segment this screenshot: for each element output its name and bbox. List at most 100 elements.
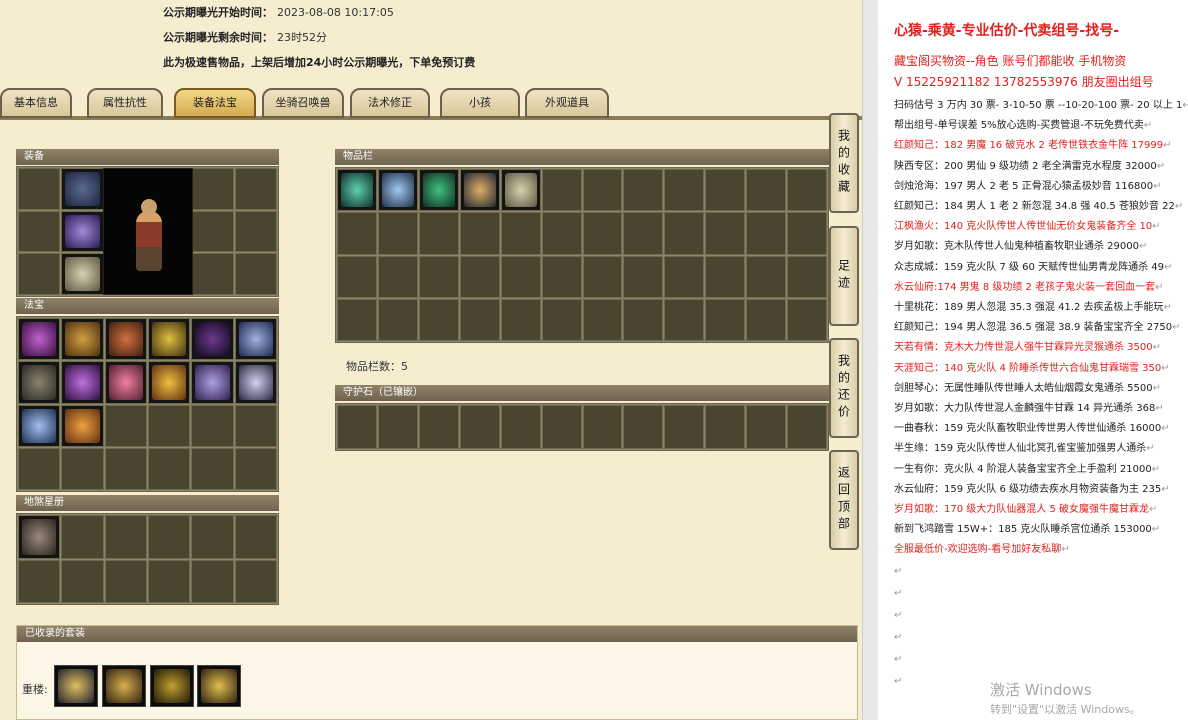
inventory-slot[interactable]	[541, 298, 582, 341]
fabao-item[interactable]	[18, 404, 61, 447]
side-nav-footprints[interactable]: 足迹	[829, 226, 859, 326]
inventory-slot[interactable]	[664, 255, 705, 298]
disha-slot[interactable]	[18, 559, 61, 603]
inventory-slot[interactable]	[623, 169, 664, 212]
suit-item[interactable]	[54, 665, 98, 707]
equip-slot[interactable]	[18, 168, 61, 210]
equip-slot[interactable]	[234, 168, 277, 210]
disha-slot[interactable]	[234, 515, 277, 559]
disha-slot[interactable]	[147, 515, 191, 559]
inventory-slot[interactable]	[664, 212, 705, 255]
inventory-slot[interactable]	[623, 212, 664, 255]
fabao-item[interactable]	[147, 361, 191, 404]
disha-slot[interactable]	[61, 559, 104, 603]
inventory-slot[interactable]	[500, 255, 541, 298]
inventory-slot[interactable]	[787, 212, 827, 255]
inventory-slot[interactable]	[787, 298, 827, 341]
inventory-slot[interactable]	[582, 169, 623, 212]
guard-stone-slot[interactable]	[787, 405, 827, 449]
fabao-item[interactable]	[191, 318, 234, 361]
window-divider[interactable]	[862, 0, 878, 720]
inventory-slot[interactable]	[459, 212, 500, 255]
inventory-slot[interactable]	[541, 255, 582, 298]
inventory-slot[interactable]	[459, 298, 500, 341]
guard-stone-slot[interactable]	[459, 405, 500, 449]
inventory-slot[interactable]	[787, 169, 827, 212]
equip-slot[interactable]	[234, 253, 277, 295]
fabao-item[interactable]	[18, 318, 61, 361]
fabao-item[interactable]	[61, 318, 104, 361]
inventory-slot[interactable]	[746, 255, 787, 298]
inventory-slot[interactable]	[746, 298, 787, 341]
tab-spell-correction[interactable]: 法术修正	[350, 88, 430, 118]
equip-boots[interactable]	[61, 253, 104, 295]
inventory-item[interactable]	[377, 169, 418, 212]
disha-slot[interactable]	[104, 515, 147, 559]
tab-mounts-pets[interactable]: 坐骑召唤兽	[262, 88, 344, 118]
disha-slot[interactable]	[61, 515, 104, 559]
fabao-slot[interactable]	[147, 447, 191, 490]
fabao-item[interactable]	[234, 361, 277, 404]
guard-stone-slot[interactable]	[623, 405, 664, 449]
disha-item[interactable]	[18, 515, 61, 559]
equip-slot[interactable]	[191, 253, 234, 295]
tab-basic-info[interactable]: 基本信息	[0, 88, 72, 118]
disha-slot[interactable]	[234, 559, 277, 603]
inventory-slot[interactable]	[337, 212, 377, 255]
guard-stone-slot[interactable]	[746, 405, 787, 449]
equip-slot[interactable]	[191, 210, 234, 253]
inventory-slot[interactable]	[664, 298, 705, 341]
disha-slot[interactable]	[147, 559, 191, 603]
tab-child[interactable]: 小孩	[440, 88, 520, 118]
inventory-slot[interactable]	[664, 169, 705, 212]
inventory-slot[interactable]	[787, 255, 827, 298]
inventory-slot[interactable]	[377, 255, 418, 298]
fabao-slot[interactable]	[234, 404, 277, 447]
fabao-slot[interactable]	[191, 404, 234, 447]
disha-slot[interactable]	[191, 559, 234, 603]
equip-helmet[interactable]	[61, 168, 104, 210]
guard-stone-slot[interactable]	[541, 405, 582, 449]
inventory-slot[interactable]	[337, 298, 377, 341]
equip-armor[interactable]	[61, 210, 104, 253]
guard-stone-slot[interactable]	[664, 405, 705, 449]
guard-stone-slot[interactable]	[705, 405, 746, 449]
inventory-item[interactable]	[500, 169, 541, 212]
inventory-slot[interactable]	[582, 212, 623, 255]
inventory-item[interactable]	[418, 169, 459, 212]
equip-slot[interactable]	[18, 253, 61, 295]
fabao-slot[interactable]	[147, 404, 191, 447]
inventory-slot[interactable]	[705, 298, 746, 341]
side-nav-back-to-top[interactable]: 返回顶部	[829, 450, 859, 550]
notes-document[interactable]: 心猿-乘黄-专业估价-代卖组号-找号- 藏宝阁买物资--角色 账号们都能收 手机…	[878, 0, 1188, 720]
inventory-slot[interactable]	[705, 255, 746, 298]
equip-slot[interactable]	[18, 210, 61, 253]
equip-slot[interactable]	[234, 210, 277, 253]
inventory-slot[interactable]	[337, 255, 377, 298]
guard-stone-slot[interactable]	[337, 405, 377, 449]
tab-attributes[interactable]: 属性抗性	[87, 88, 163, 118]
fabao-slot[interactable]	[191, 447, 234, 490]
guard-stone-slot[interactable]	[582, 405, 623, 449]
side-nav-favorites[interactable]: 我的收藏	[829, 113, 859, 213]
disha-slot[interactable]	[191, 515, 234, 559]
guard-stone-slot[interactable]	[418, 405, 459, 449]
inventory-slot[interactable]	[705, 169, 746, 212]
inventory-item[interactable]	[459, 169, 500, 212]
fabao-item[interactable]	[191, 361, 234, 404]
fabao-item[interactable]	[147, 318, 191, 361]
fabao-item[interactable]	[61, 404, 104, 447]
equip-slot[interactable]	[191, 168, 234, 210]
inventory-slot[interactable]	[541, 169, 582, 212]
inventory-slot[interactable]	[746, 169, 787, 212]
fabao-slot[interactable]	[234, 447, 277, 490]
fabao-slot[interactable]	[104, 447, 147, 490]
inventory-slot[interactable]	[623, 298, 664, 341]
inventory-item[interactable]	[337, 169, 377, 212]
inventory-slot[interactable]	[582, 255, 623, 298]
fabao-item[interactable]	[104, 361, 147, 404]
fabao-item[interactable]	[104, 318, 147, 361]
inventory-slot[interactable]	[500, 298, 541, 341]
fabao-slot[interactable]	[104, 404, 147, 447]
inventory-slot[interactable]	[623, 255, 664, 298]
